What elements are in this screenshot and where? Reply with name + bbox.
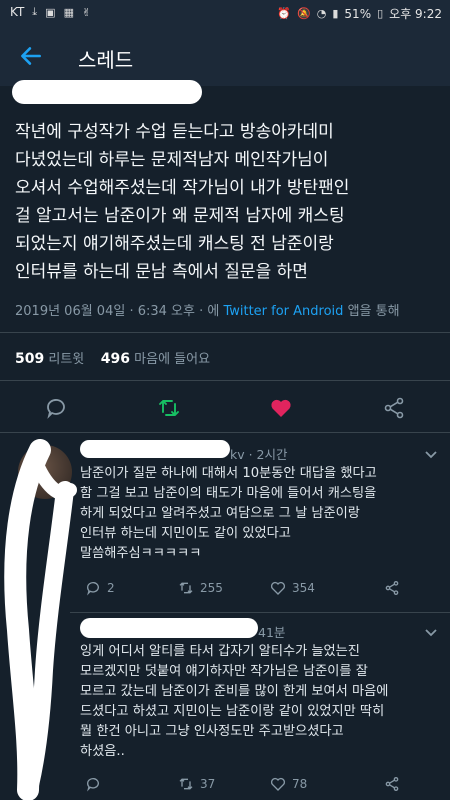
reply-line: 인터뷰 하는데 지민이도 같이 있었다고 (80, 526, 291, 541)
divider (0, 380, 450, 381)
retweet-icon (179, 582, 193, 594)
reply-text: 잉게 어디서 알티를 타서 갑자기 알티수가 늘었는진 모르겠지만 덧붙여 얘기… (80, 642, 440, 762)
reply-meta: 41분 (258, 625, 286, 640)
tweet-line: 오셔서 수업해주셨는데 작가님이 내가 방탄팬인 (15, 178, 350, 198)
tweet-client-link[interactable]: Twitter for Android (223, 304, 343, 319)
chevron-down-icon[interactable] (424, 450, 438, 460)
redaction-scribble (4, 439, 77, 800)
share-icon[interactable] (384, 776, 400, 792)
tweet-via-suffix: 앱을 통해 (347, 304, 400, 319)
mute-icon: 🔕 (297, 7, 311, 20)
share-icon[interactable] (382, 396, 406, 420)
battery-level: 51% (344, 6, 372, 21)
retweet-count: 509 (15, 351, 45, 367)
reply-count: 2 (107, 581, 115, 595)
reply-like-action[interactable]: 354 (270, 580, 315, 596)
signal-icon: ▮ (332, 7, 339, 20)
tweet-text: 작년에 구성작가 수업 듣는다고 방송아카데미 다녔었는데 하루는 문제적남자 … (15, 118, 440, 286)
reply-text: 남준이가 질문 하나에 대해서 10분동안 대답을 했다고 함 그걸 보고 남준… (80, 464, 440, 564)
reply-retweet-action[interactable]: 37 (178, 776, 215, 792)
like-heart-icon[interactable] (269, 396, 293, 420)
reply-icon[interactable] (44, 396, 68, 420)
reply-line: 함 그걸 보고 남준이의 태도가 마음에 들어서 캐스팅을 (80, 486, 377, 501)
author-redaction (80, 618, 258, 638)
divider (70, 612, 450, 613)
like-heart-icon (270, 581, 286, 595)
tweet-meta: 2019년 06월 04일 · 6:34 오후 · 에 Twitter for … (15, 300, 400, 319)
page-title: 스레드 (78, 48, 134, 72)
app-bar: 스레드 (0, 26, 450, 86)
retweet-icon[interactable] (157, 396, 181, 420)
clock: 오후 9:22 (389, 7, 442, 21)
tweet-line: 작년에 구성작가 수업 듣는다고 방송아카데미 (15, 122, 334, 142)
reply-line: 뭘 한건 아니고 그냥 인사정도만 주고받으셨다고 (80, 724, 344, 739)
download-icon: ⤓ (32, 5, 38, 18)
reply-line: 잉게 어디서 알티를 타서 갑자기 알티수가 늘었는진 (80, 644, 360, 659)
like-count: 496 (100, 351, 131, 367)
reply-retweet-action[interactable]: 255 (178, 580, 223, 596)
reply-line: 하게 되었다고 알려주셨고 여담으로 그 날 남준이랑 (80, 506, 360, 521)
alarm-icon: ⏰ (277, 7, 292, 20)
like-count: 354 (292, 581, 315, 595)
reply-meta: kv · 2시간 (230, 447, 288, 462)
carrier-label: KT (10, 5, 25, 19)
author-redaction (80, 440, 230, 458)
share-icon[interactable] (384, 580, 400, 596)
chevron-down-icon[interactable] (424, 628, 438, 638)
like-count: 78 (292, 777, 308, 791)
retweet-label[interactable]: 리트윗 (48, 352, 84, 367)
retweet-icon (179, 778, 193, 790)
like-heart-icon (270, 777, 286, 791)
reply-like-action[interactable]: 78 (270, 776, 307, 792)
calendar-icon: ▦ (63, 5, 74, 19)
tweet-actions (0, 390, 450, 426)
retweet-count: 255 (200, 581, 223, 595)
reply-line: 하셨음.. (80, 744, 125, 759)
tweet-line: 다녔었는데 하루는 문제적남자 메인작가님이 (15, 150, 329, 170)
image-icon: ▣ (45, 5, 56, 19)
tweet-stats: 509 리트윗 496 마음에 들어요 (15, 348, 210, 367)
wifi-icon: ◔ (316, 7, 327, 20)
tweet-line: 되었는지 얘기해주셨는데 캐스팅 전 남준이랑 (15, 234, 334, 254)
like-label[interactable]: 마음에 들어요 (134, 352, 210, 367)
reply-line: 남준이가 질문 하나에 대해서 10분동안 대답을 했다고 (80, 466, 377, 481)
status-bar: KT ⤓ ▣ ▦ ✌ ⏰ 🔕 ◔ ▮ 51% ▯ 오후 9:22 (0, 0, 450, 26)
back-arrow-icon[interactable] (18, 43, 44, 69)
reply-line: 드셨다고 하셨고 지민이는 남준이랑 같이 있었지만 딱히 (80, 704, 385, 719)
battery-icon: ▯ (377, 7, 384, 20)
reply-line: 모르고 갔는데 남준이가 준비를 많이 한게 보여서 마음에 (80, 684, 389, 699)
retweet-count: 37 (200, 777, 216, 791)
tweet-line: 걸 알고서는 남준이가 왜 문제적 남자에 캐스팅 (15, 206, 345, 226)
reply-line: 모르겠지만 덧붙여 얘기하자만 작가님은 남준이를 잘 (80, 664, 368, 679)
divider (0, 332, 450, 333)
gesture-icon: ✌ (81, 5, 92, 19)
reply-line: 말씀해주심ㅋㅋㅋㅋㅋ (80, 546, 202, 561)
tweet-line: 인터뷰를 하는데 문남 측에서 질문을 하면 (15, 262, 308, 282)
tweet-timestamp: 2019년 06월 04일 · 6:34 오후 · 에 (15, 304, 220, 319)
author-redaction (12, 80, 202, 104)
